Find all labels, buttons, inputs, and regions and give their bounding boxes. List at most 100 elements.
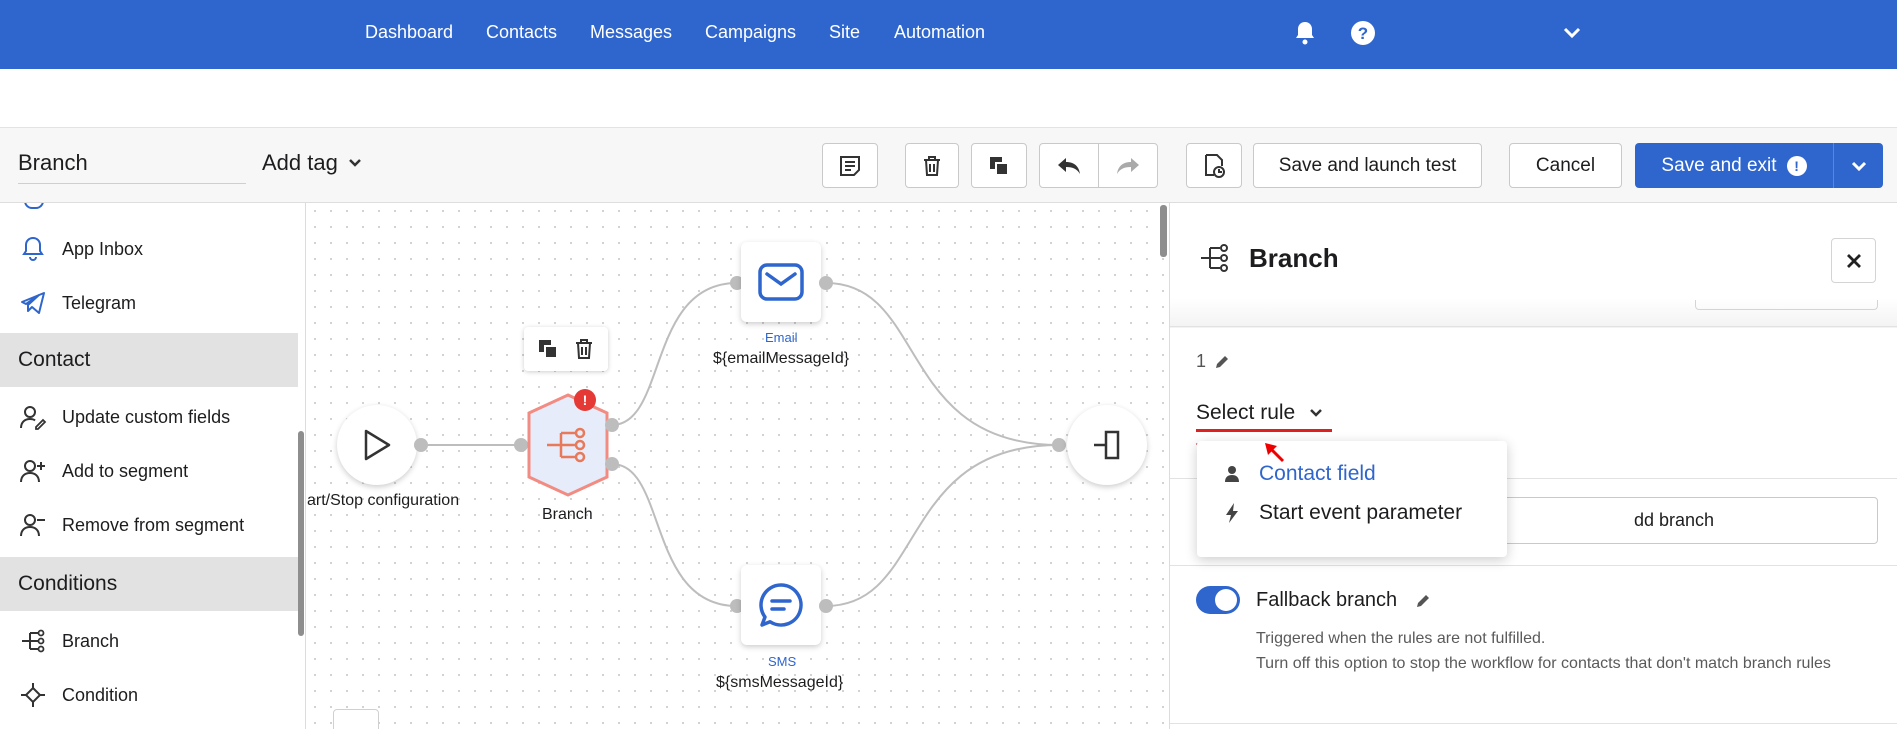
start-node[interactable]	[337, 405, 417, 485]
sidebar-item-branch[interactable]: Branch	[0, 615, 298, 667]
zoom-control[interactable]	[333, 709, 379, 729]
nav-contacts[interactable]: Contacts	[486, 22, 557, 43]
partial-icon	[24, 203, 44, 209]
node-palette-sidebar: App Inbox Telegram Contact Update custom…	[0, 203, 306, 729]
email-node-type: Email	[765, 330, 798, 345]
sidebar-item-app-inbox[interactable]: App Inbox	[0, 223, 298, 275]
sidebar-item-telegram[interactable]: Telegram	[0, 277, 298, 329]
cursor-arrow-icon	[1265, 443, 1285, 463]
option-label: Contact field	[1259, 462, 1376, 485]
chevron-down-icon[interactable]	[1557, 18, 1587, 48]
document-refresh-icon	[1205, 153, 1225, 178]
rule-number: 1	[1196, 351, 1230, 372]
add-branch-button[interactable]: dd branch	[1470, 497, 1878, 544]
notes-button[interactable]	[822, 143, 878, 188]
chat-bubble-icon	[759, 583, 803, 627]
save-and-exit-split-button: Save and exit !	[1635, 143, 1883, 188]
sidebar-scrollbar[interactable]	[298, 431, 304, 636]
nav-dashboard[interactable]: Dashboard	[365, 22, 453, 43]
connector-dot[interactable]	[605, 418, 619, 432]
user-add-icon	[18, 456, 48, 486]
sidebar-item-label: Update custom fields	[62, 406, 231, 427]
envelope-icon	[758, 263, 804, 301]
select-rule-dropdown[interactable]: Select rule	[1196, 401, 1323, 425]
redo-icon	[1117, 157, 1139, 174]
workflow-name-field[interactable]: Branch	[18, 148, 246, 184]
pencil-icon[interactable]	[1415, 592, 1431, 610]
person-icon	[1225, 466, 1239, 482]
node-actions-popover	[524, 327, 608, 371]
fallback-description-line: Triggered when the rules are not fulfill…	[1256, 630, 1546, 647]
chevron-down-icon	[1310, 409, 1323, 417]
option-start-event-parameter[interactable]: Start event parameter	[1197, 493, 1507, 533]
duplicate-button[interactable]	[971, 143, 1027, 188]
trash-icon	[924, 155, 940, 176]
connector-dot[interactable]	[414, 438, 428, 452]
sms-node-type: SMS	[768, 654, 797, 669]
canvas-scrollbar[interactable]	[1160, 205, 1167, 257]
exit-node[interactable]	[1067, 405, 1147, 485]
add-tag-label: Add tag	[262, 150, 338, 175]
version-history-button[interactable]	[1186, 143, 1242, 188]
chevron-down-icon	[1851, 161, 1866, 171]
user-remove-icon	[18, 510, 48, 540]
nav-site[interactable]: Site	[829, 22, 860, 43]
sidebar-item-add-to-segment[interactable]: Add to segment	[0, 445, 298, 497]
section-header-conditions: Conditions	[0, 557, 298, 611]
pencil-icon[interactable]	[1214, 354, 1230, 370]
sidebar-item-remove-from-segment[interactable]: Remove from segment	[0, 499, 298, 551]
sidebar-item-label: Telegram	[62, 292, 137, 313]
redo-button[interactable]	[1098, 143, 1158, 188]
divider	[1170, 565, 1897, 566]
fallback-branch-toggle[interactable]	[1196, 586, 1240, 614]
sms-node[interactable]	[741, 565, 821, 645]
option-contact-field[interactable]: Contact field	[1197, 454, 1507, 494]
top-navigation: Dashboard Contacts Messages Campaigns Si…	[0, 0, 1897, 69]
sidebar-item-condition[interactable]: Condition	[0, 669, 298, 721]
option-label: Start event parameter	[1259, 501, 1463, 524]
email-node[interactable]	[741, 242, 821, 322]
branch-node-label: Branch	[542, 506, 593, 523]
save-options-dropdown[interactable]	[1833, 143, 1883, 188]
nav-campaigns[interactable]: Campaigns	[705, 22, 796, 43]
bell-icon[interactable]	[1290, 18, 1320, 48]
svg-text:?: ?	[1358, 24, 1368, 43]
toggle-knob	[1215, 589, 1237, 611]
connector-dot[interactable]	[605, 457, 619, 471]
save-and-launch-test-button[interactable]: Save and launch test	[1253, 143, 1482, 188]
divider	[1170, 326, 1897, 327]
cancel-button[interactable]: Cancel	[1509, 143, 1622, 188]
lightning-icon	[1226, 503, 1238, 523]
workflow-canvas[interactable]: art/Stop configuration ! Branch Email ${…	[307, 203, 1169, 729]
partial-button[interactable]	[1695, 300, 1878, 310]
sidebar-item-label: Add to segment	[62, 460, 189, 481]
sidebar-item-update-custom-fields[interactable]: Update custom fields	[0, 391, 298, 443]
nav-messages[interactable]: Messages	[590, 22, 672, 43]
paper-plane-icon	[18, 288, 48, 318]
play-icon	[364, 429, 391, 461]
save-and-exit-label: Save and exit	[1661, 154, 1777, 176]
connector-dot[interactable]	[819, 599, 833, 613]
add-tag-dropdown[interactable]: Add tag	[262, 150, 362, 176]
divider	[1170, 723, 1897, 724]
nav-automation[interactable]: Automation	[894, 22, 985, 43]
select-rule-label: Select rule	[1196, 401, 1296, 424]
sidebar-item-label: Condition	[62, 684, 139, 705]
help-icon[interactable]: ?	[1348, 18, 1378, 48]
fallback-branch-label: Fallback branch	[1256, 589, 1398, 611]
save-and-exit-button[interactable]: Save and exit !	[1635, 143, 1833, 188]
user-edit-icon	[18, 402, 48, 432]
note-icon	[840, 155, 860, 176]
trash-icon[interactable]	[573, 337, 595, 361]
bell-icon	[18, 234, 48, 264]
undo-button[interactable]	[1039, 143, 1099, 188]
delete-button[interactable]	[905, 143, 959, 188]
close-icon	[1846, 253, 1861, 268]
branch-node[interactable]	[523, 391, 613, 499]
connector-dot[interactable]	[819, 276, 833, 290]
fallback-description: Triggered when the rules are not fulfill…	[1256, 626, 1886, 676]
connector-dot[interactable]	[1052, 438, 1066, 452]
close-panel-button[interactable]	[1831, 238, 1876, 283]
sms-node-label: ${smsMessageId}	[716, 674, 844, 691]
copy-icon[interactable]	[537, 338, 559, 360]
